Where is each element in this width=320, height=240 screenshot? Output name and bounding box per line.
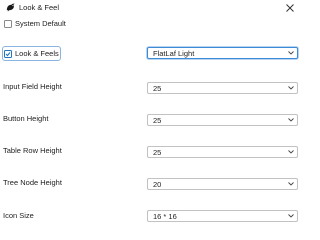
- look-and-feel-select[interactable]: FlatLaf Light: [147, 47, 298, 59]
- table-row-height-select[interactable]: 25: [147, 146, 298, 158]
- button-height-select[interactable]: 25: [147, 114, 298, 126]
- bird-icon: [5, 2, 16, 13]
- input-field-height-value: 25: [153, 83, 162, 93]
- chevron-down-icon[interactable]: [285, 147, 297, 157]
- chevron-down-icon[interactable]: [285, 83, 297, 93]
- input-field-height-select[interactable]: 25: [147, 82, 298, 94]
- tree-node-height-value: 20: [153, 179, 162, 189]
- chevron-down-icon[interactable]: [285, 211, 297, 221]
- system-default-checkbox-box[interactable]: [4, 19, 12, 28]
- chevron-down-icon[interactable]: [285, 48, 297, 58]
- table-row-height-label: Table Row Height: [3, 146, 62, 155]
- system-default-checkbox[interactable]: System Default: [4, 18, 66, 29]
- window-title: Look & Feel: [19, 3, 60, 12]
- button-height-label: Button Height: [3, 114, 49, 123]
- checkmark-icon: [5, 51, 11, 56]
- icon-size-select[interactable]: 16 * 16: [147, 210, 298, 222]
- look-and-feel-dialog: Look & Feel System Default Look & Feels …: [0, 0, 300, 226]
- look-and-feel-value: FlatLaf Light: [153, 48, 195, 58]
- tree-node-height-label: Tree Node Height: [3, 178, 62, 187]
- system-default-label: System Default: [15, 19, 66, 28]
- input-field-height-label: Input Field Height: [3, 82, 62, 91]
- chevron-down-icon[interactable]: [285, 115, 297, 125]
- look-and-feels-checkbox[interactable]: Look & Feels: [2, 46, 61, 61]
- close-icon: [286, 4, 294, 12]
- chevron-down-icon[interactable]: [285, 179, 297, 189]
- close-button[interactable]: [280, 0, 300, 16]
- table-row-height-value: 25: [153, 147, 162, 157]
- button-height-value: 25: [153, 115, 162, 125]
- title-bar: Look & Feel: [0, 0, 300, 16]
- look-and-feels-checkbox-box[interactable]: [4, 49, 12, 58]
- icon-size-value: 16 * 16: [153, 211, 177, 221]
- look-and-feels-label: Look & Feels: [15, 49, 59, 58]
- icon-size-label: Icon Size: [3, 211, 34, 220]
- tree-node-height-select[interactable]: 20: [147, 178, 298, 190]
